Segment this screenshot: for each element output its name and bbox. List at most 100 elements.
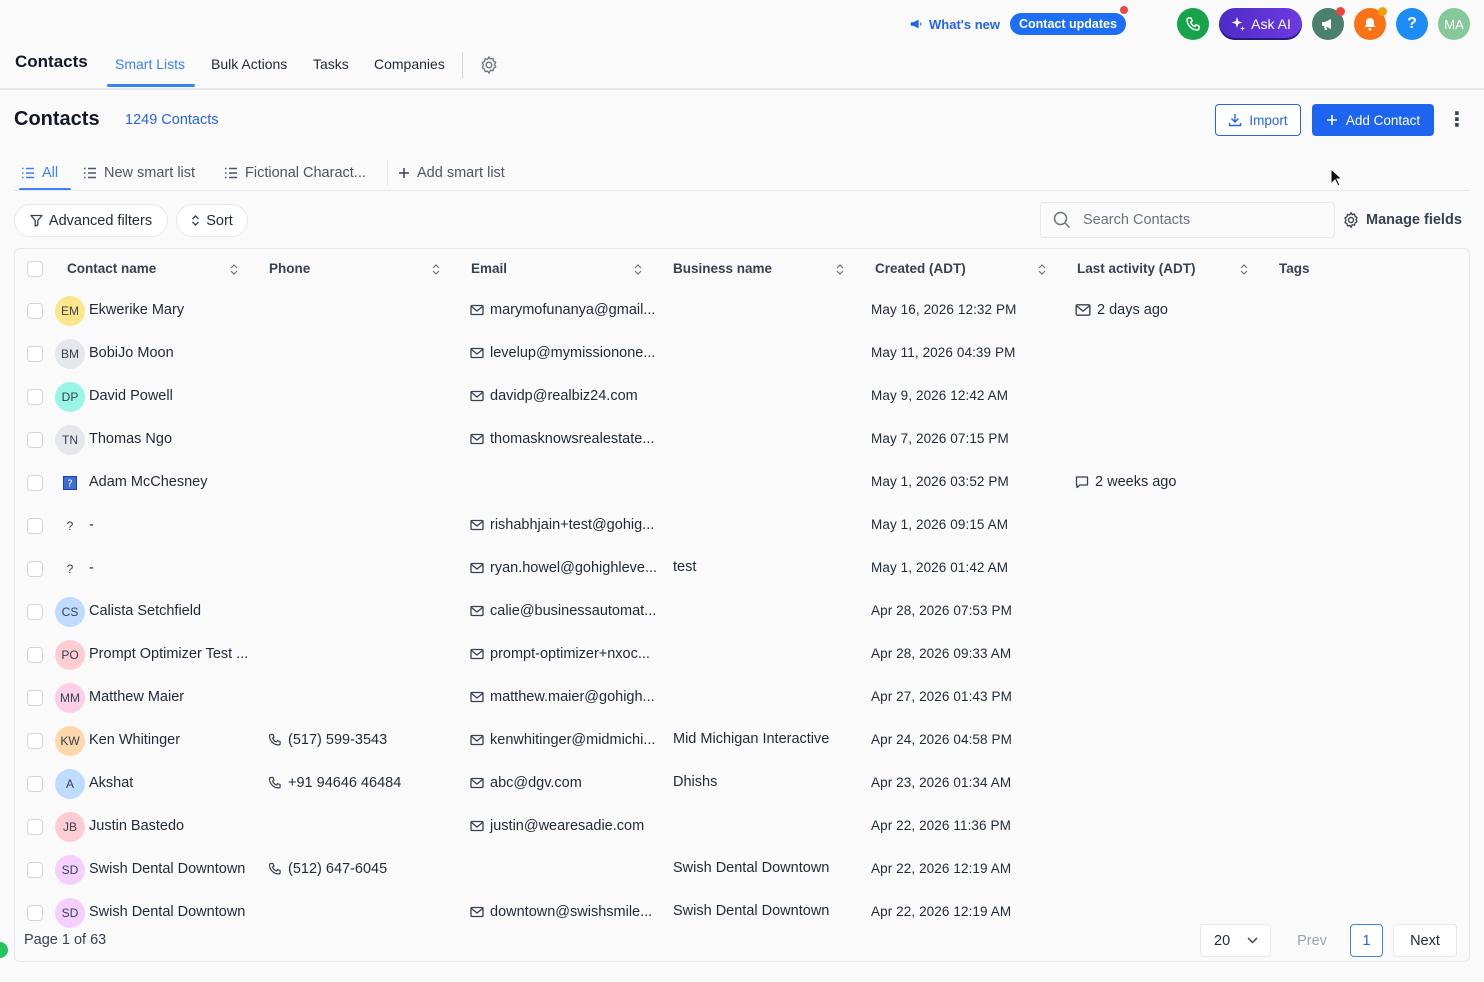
user-avatar[interactable]: MA [1438, 8, 1470, 40]
contact-name[interactable]: - [89, 560, 94, 576]
tab-bulk-actions[interactable]: Bulk Actions [211, 56, 287, 72]
table-row[interactable]: JB Justin Bastedo justin@wearesadie.com Apr… [15, 806, 1469, 849]
table-row[interactable]: MM Matthew Maier matthew.maier@gohigh... Ap… [15, 677, 1469, 720]
table-row[interactable]: A Akshat +91 94646 46484 abc@dgv.com Dhishs A… [15, 763, 1469, 806]
contact-name[interactable]: Calista Setchfield [89, 603, 201, 619]
row-checkbox[interactable] [27, 475, 43, 491]
sort-icon[interactable] [432, 263, 440, 276]
sort-icon[interactable] [1038, 263, 1046, 276]
column-header-created[interactable]: Created (ADT) [875, 261, 966, 276]
table-row[interactable]: ? - rishabhjain+test@gohig... May 1, 2026 0… [15, 505, 1469, 548]
row-checkbox[interactable] [27, 604, 43, 620]
column-header-contact-name[interactable]: Contact name [67, 261, 156, 276]
tab-tasks[interactable]: Tasks [313, 56, 349, 72]
advanced-filters-button[interactable]: Advanced filters [14, 204, 168, 237]
email-cell[interactable]: abc@dgv.com [470, 775, 582, 791]
manage-fields-button[interactable]: Manage fields [1342, 210, 1462, 230]
tab-smart-lists[interactable]: Smart Lists [115, 56, 185, 72]
column-header-last-activity[interactable]: Last activity (ADT) [1077, 261, 1196, 276]
prev-page-button[interactable]: Prev [1286, 924, 1338, 957]
row-checkbox[interactable] [27, 432, 43, 448]
contact-name[interactable]: Ken Whitinger [89, 732, 180, 748]
email-cell[interactable]: calie@businessautomat... [470, 603, 656, 619]
row-checkbox[interactable] [27, 561, 43, 577]
column-header-phone[interactable]: Phone [269, 261, 310, 276]
search-input[interactable] [1083, 212, 1313, 228]
row-checkbox[interactable] [27, 690, 43, 706]
whats-new-link[interactable]: What's new [909, 14, 1000, 34]
row-checkbox[interactable] [27, 389, 43, 405]
contact-name[interactable]: Akshat [89, 775, 133, 791]
sort-icon[interactable] [1240, 263, 1248, 276]
contact-name[interactable]: BobiJo Moon [89, 345, 174, 361]
add-smart-list-button[interactable]: Add smart list [398, 163, 505, 183]
table-row[interactable]: DP David Powell davidp@realbiz24.com May 9,… [15, 376, 1469, 419]
table-row[interactable]: KW Ken Whitinger (517) 599-3543 kenwhitinge… [15, 720, 1469, 763]
phone-cell[interactable]: (517) 599-3543 [268, 732, 387, 748]
row-checkbox[interactable] [27, 819, 43, 835]
tab-companies[interactable]: Companies [374, 56, 445, 72]
contact-count[interactable]: 1249 Contacts [125, 112, 219, 128]
smart-list-all[interactable]: All [21, 163, 58, 183]
search-box[interactable] [1040, 202, 1335, 238]
row-checkbox[interactable] [27, 733, 43, 749]
contact-name[interactable]: David Powell [89, 388, 173, 404]
email-cell[interactable]: marymofunanya@gmail... [470, 302, 655, 318]
sort-icon[interactable] [836, 263, 844, 276]
sort-icon[interactable] [230, 263, 238, 276]
page-number-button[interactable]: 1 [1350, 924, 1383, 957]
contact-name[interactable]: Adam McChesney [89, 474, 207, 490]
gear-icon[interactable] [479, 55, 499, 75]
select-all-checkbox[interactable] [27, 261, 43, 277]
more-options-icon[interactable]: ⋮ [1447, 108, 1467, 132]
table-row[interactable]: SD Swish Dental Downtown (512) 647-6045 Swi… [15, 849, 1469, 892]
contact-updates-button[interactable]: Contact updates [1010, 6, 1128, 35]
announcements-button[interactable] [1312, 7, 1345, 40]
row-checkbox[interactable] [27, 862, 43, 878]
email-cell[interactable]: davidp@realbiz24.com [470, 388, 638, 404]
column-header-tags[interactable]: Tags [1279, 261, 1310, 276]
table-row[interactable]: ? Adam McChesney May 1, 2026 03:52 PM 2 wee… [15, 462, 1469, 505]
table-row[interactable]: EM Ekwerike Mary marymofunanya@gmail... May… [15, 290, 1469, 333]
column-header-email[interactable]: Email [471, 261, 507, 276]
column-header-business-name[interactable]: Business name [673, 261, 772, 276]
phone-cell[interactable]: (512) 647-6045 [268, 861, 387, 877]
table-row[interactable]: CS Calista Setchfield calie@businessautoma… [15, 591, 1469, 634]
phone-button[interactable] [1177, 8, 1209, 40]
notifications-button[interactable] [1354, 7, 1387, 40]
import-button[interactable]: Import [1215, 104, 1301, 136]
contact-name[interactable]: Prompt Optimizer Test ... [89, 646, 248, 662]
email-cell[interactable]: rishabhjain+test@gohig... [470, 517, 654, 533]
email-cell[interactable]: levelup@mymissionone... [470, 345, 655, 361]
email-cell[interactable]: kenwhitinger@midmichi... [470, 732, 655, 748]
contact-name[interactable]: Thomas Ngo [89, 431, 172, 447]
row-checkbox[interactable] [27, 346, 43, 362]
row-checkbox[interactable] [27, 905, 43, 921]
email-cell[interactable]: matthew.maier@gohigh... [470, 689, 655, 705]
smart-list-fictional[interactable]: Fictional Charact... [224, 163, 366, 183]
email-cell[interactable]: ryan.howel@gohighleve... [470, 560, 657, 576]
contact-name[interactable]: Ekwerike Mary [89, 302, 184, 318]
contact-name[interactable]: Justin Bastedo [89, 818, 184, 834]
contact-name[interactable]: Swish Dental Downtown [89, 904, 245, 920]
sort-icon[interactable] [634, 263, 642, 276]
row-checkbox[interactable] [27, 518, 43, 534]
phone-cell[interactable]: +91 94646 46484 [268, 775, 401, 791]
email-cell[interactable]: thomasknowsrealestate... [470, 431, 654, 447]
add-contact-button[interactable]: Add Contact [1312, 104, 1434, 136]
next-page-button[interactable]: Next [1393, 924, 1457, 957]
help-button[interactable]: ? [1396, 8, 1428, 40]
table-row[interactable]: BM BobiJo Moon levelup@mymissionone... May … [15, 333, 1469, 376]
table-row[interactable]: ? - ryan.howel@gohighleve... test May 1, 202… [15, 548, 1469, 591]
row-checkbox[interactable] [27, 303, 43, 319]
row-checkbox[interactable] [27, 647, 43, 663]
contact-name[interactable]: - [89, 517, 94, 533]
ask-ai-button[interactable]: Ask AI [1219, 8, 1302, 40]
contact-name[interactable]: Swish Dental Downtown [89, 861, 245, 877]
contact-name[interactable]: Matthew Maier [89, 689, 184, 705]
email-cell[interactable]: prompt-optimizer+nxoc... [470, 646, 650, 662]
row-checkbox[interactable] [27, 776, 43, 792]
smart-list-new[interactable]: New smart list [83, 163, 195, 183]
sort-button[interactable]: Sort [176, 204, 248, 237]
email-cell[interactable]: justin@wearesadie.com [470, 818, 644, 834]
